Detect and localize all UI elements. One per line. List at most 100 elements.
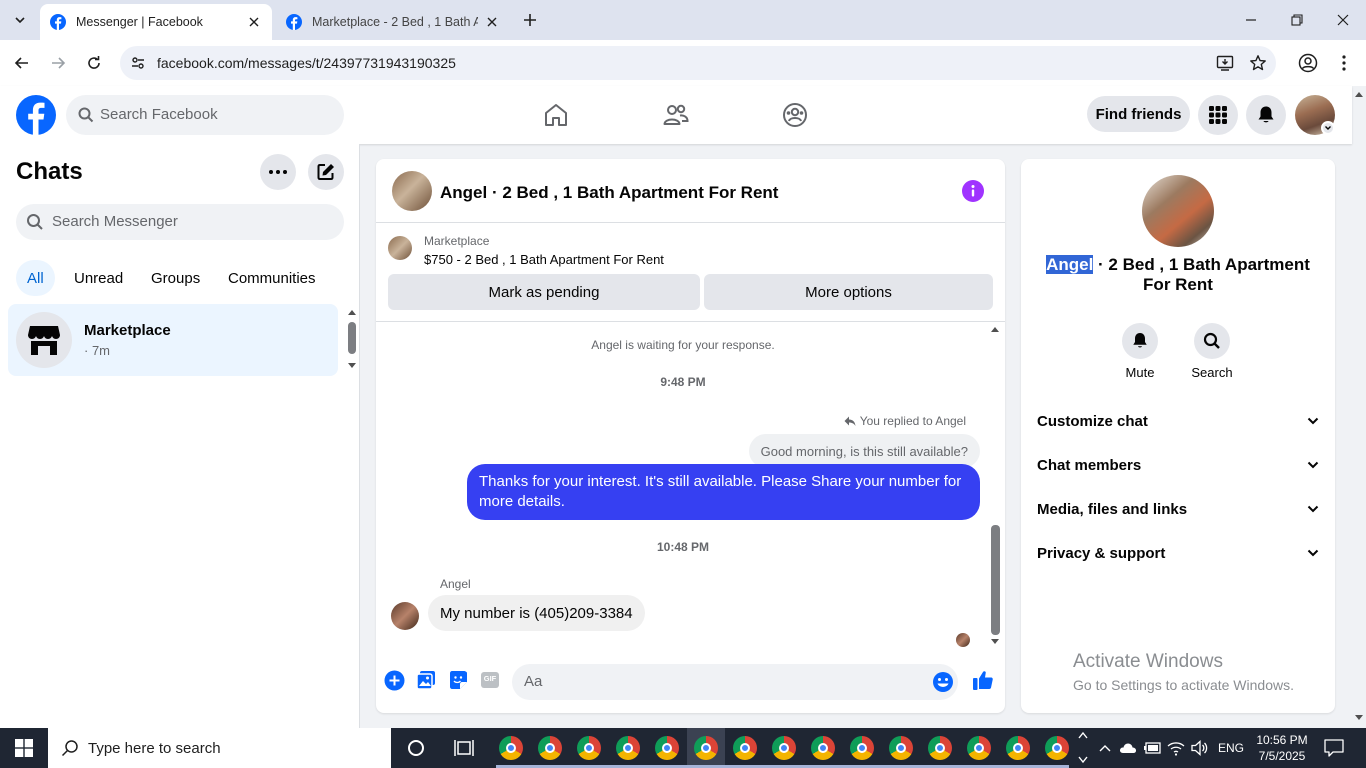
chrome-icon[interactable] bbox=[850, 736, 874, 760]
site-settings-icon[interactable] bbox=[130, 55, 146, 71]
account-chevron[interactable] bbox=[1321, 121, 1335, 135]
reload-button[interactable] bbox=[82, 51, 106, 75]
install-app-icon[interactable] bbox=[1216, 54, 1234, 72]
conversation-title[interactable]: Angel · 2 Bed , 1 Bath Apartment For Ren… bbox=[440, 183, 778, 203]
address-bar[interactable]: facebook.com/messages/t/2439773194319032… bbox=[120, 46, 1276, 80]
filter-groups[interactable]: Groups bbox=[139, 260, 212, 296]
browser-menu-button[interactable] bbox=[1332, 51, 1356, 75]
tab-marketplace[interactable]: Marketplace - 2 Bed , 1 Bath Ap bbox=[276, 4, 510, 40]
section-chat-members[interactable]: Chat members bbox=[1037, 445, 1319, 485]
filter-communities[interactable]: Communities bbox=[216, 260, 328, 296]
like-button[interactable] bbox=[972, 669, 994, 691]
task-view-button[interactable] bbox=[450, 734, 478, 762]
page-scroll-down-arrow-icon[interactable] bbox=[1354, 714, 1364, 722]
action-center-button[interactable] bbox=[1322, 736, 1346, 760]
sticker-icon bbox=[450, 671, 467, 689]
taskbar-search-box[interactable]: Type here to search bbox=[48, 728, 391, 768]
chrome-icon[interactable] bbox=[928, 736, 952, 760]
start-button[interactable] bbox=[0, 728, 48, 768]
section-customize-chat[interactable]: Customize chat bbox=[1037, 401, 1319, 441]
chrome-icon[interactable] bbox=[538, 736, 562, 760]
volume-tray[interactable] bbox=[1190, 738, 1210, 758]
chrome-icon[interactable] bbox=[889, 736, 913, 760]
listing-thumbnail[interactable] bbox=[388, 236, 412, 260]
message-input[interactable]: Aa bbox=[512, 664, 958, 700]
facebook-logo-icon[interactable] bbox=[16, 95, 56, 135]
taskbar-clock[interactable]: 10:56 PM 7/5/2025 bbox=[1252, 732, 1312, 764]
gif-button[interactable]: GIF bbox=[479, 669, 501, 691]
more-actions-button[interactable] bbox=[383, 669, 405, 691]
filter-unread[interactable]: Unread bbox=[62, 260, 135, 296]
section-media-files-links[interactable]: Media, files and links bbox=[1037, 489, 1319, 529]
conversation-avatar[interactable] bbox=[392, 171, 432, 211]
notifications-button[interactable] bbox=[1246, 95, 1286, 135]
close-window-button[interactable] bbox=[1320, 0, 1366, 40]
nav-groups[interactable] bbox=[779, 99, 811, 131]
close-tab-icon[interactable] bbox=[484, 14, 500, 30]
chrome-icon[interactable] bbox=[694, 736, 718, 760]
conversation-details-avatar[interactable] bbox=[1142, 175, 1214, 247]
back-button[interactable] bbox=[10, 51, 34, 75]
more-options-button[interactable]: More options bbox=[704, 274, 993, 310]
chrome-icon[interactable] bbox=[811, 736, 835, 760]
menu-button[interactable] bbox=[1198, 95, 1238, 135]
sticker-button[interactable] bbox=[447, 669, 469, 691]
section-privacy-support[interactable]: Privacy & support bbox=[1037, 533, 1319, 573]
tab-search-button[interactable] bbox=[8, 9, 32, 31]
chrome-icon[interactable] bbox=[1006, 736, 1030, 760]
new-tab-button[interactable] bbox=[519, 9, 541, 31]
messages-scrollbar[interactable] bbox=[991, 525, 1000, 635]
mute-button[interactable]: Mute bbox=[1110, 323, 1170, 380]
chrome-icon[interactable] bbox=[733, 736, 757, 760]
show-hidden-icons-button[interactable] bbox=[1095, 738, 1115, 758]
find-friends-button[interactable]: Find friends bbox=[1087, 96, 1190, 132]
incoming-message[interactable]: My number is (405)209-3384 bbox=[428, 595, 645, 631]
chat-list-scrollbar[interactable] bbox=[348, 322, 356, 354]
facebook-search-input[interactable]: Search Facebook bbox=[66, 95, 344, 135]
chrome-icon[interactable] bbox=[1045, 736, 1069, 760]
scroll-up-arrow-icon[interactable] bbox=[990, 325, 1000, 333]
chrome-icon[interactable] bbox=[577, 736, 601, 760]
chrome-icon[interactable] bbox=[616, 736, 640, 760]
nav-friends[interactable] bbox=[660, 99, 692, 131]
forward-button[interactable] bbox=[46, 51, 70, 75]
scroll-down-arrow-icon[interactable] bbox=[347, 362, 357, 370]
chrome-icon[interactable] bbox=[655, 736, 679, 760]
listing-title[interactable]: $750 - 2 Bed , 1 Bath Apartment For Rent bbox=[424, 252, 664, 267]
chrome-icon[interactable] bbox=[772, 736, 796, 760]
filter-all[interactable]: All bbox=[16, 260, 55, 296]
star-icon[interactable] bbox=[1249, 54, 1267, 72]
chat-options-button[interactable] bbox=[260, 154, 296, 190]
page-scroll-up-arrow-icon[interactable] bbox=[1354, 90, 1364, 98]
scroll-down-arrow-icon[interactable] bbox=[990, 638, 1000, 646]
emoji-icon[interactable] bbox=[932, 671, 954, 693]
attach-media-button[interactable] bbox=[415, 669, 437, 691]
taskbar-scroll-up-icon[interactable] bbox=[1078, 731, 1088, 739]
sender-avatar[interactable] bbox=[391, 602, 419, 630]
restore-button[interactable] bbox=[1274, 0, 1320, 40]
chrome-icon[interactable] bbox=[499, 736, 523, 760]
outgoing-message[interactable]: Thanks for your interest. It's still ava… bbox=[467, 464, 980, 520]
quoted-message[interactable]: Good morning, is this still available? bbox=[748, 434, 980, 468]
minimize-button[interactable] bbox=[1228, 0, 1274, 40]
chat-item-marketplace[interactable]: Marketplace · 7m bbox=[8, 304, 338, 376]
taskbar-scroll-down-icon[interactable] bbox=[1078, 756, 1088, 764]
language-indicator[interactable]: ENG bbox=[1218, 741, 1244, 755]
selected-text: Angel bbox=[1046, 255, 1094, 274]
cortana-button[interactable] bbox=[402, 734, 430, 762]
tab-messenger[interactable]: Messenger | Facebook bbox=[40, 4, 272, 40]
chevron-down-icon bbox=[1307, 505, 1319, 513]
close-tab-icon[interactable] bbox=[246, 14, 262, 30]
search-in-conversation-button[interactable]: Search bbox=[1182, 323, 1242, 380]
search-messenger-input[interactable]: Search Messenger bbox=[16, 204, 344, 240]
new-message-button[interactable] bbox=[308, 154, 344, 190]
onedrive-tray[interactable] bbox=[1118, 738, 1138, 758]
conversation-info-button[interactable] bbox=[962, 180, 984, 202]
chrome-icon[interactable] bbox=[967, 736, 991, 760]
network-tray[interactable] bbox=[1166, 738, 1186, 758]
scroll-up-arrow-icon[interactable] bbox=[347, 308, 357, 316]
profile-button[interactable] bbox=[1296, 51, 1320, 75]
battery-tray[interactable] bbox=[1142, 738, 1162, 758]
mark-as-pending-button[interactable]: Mark as pending bbox=[388, 274, 700, 310]
nav-home[interactable] bbox=[540, 99, 572, 131]
